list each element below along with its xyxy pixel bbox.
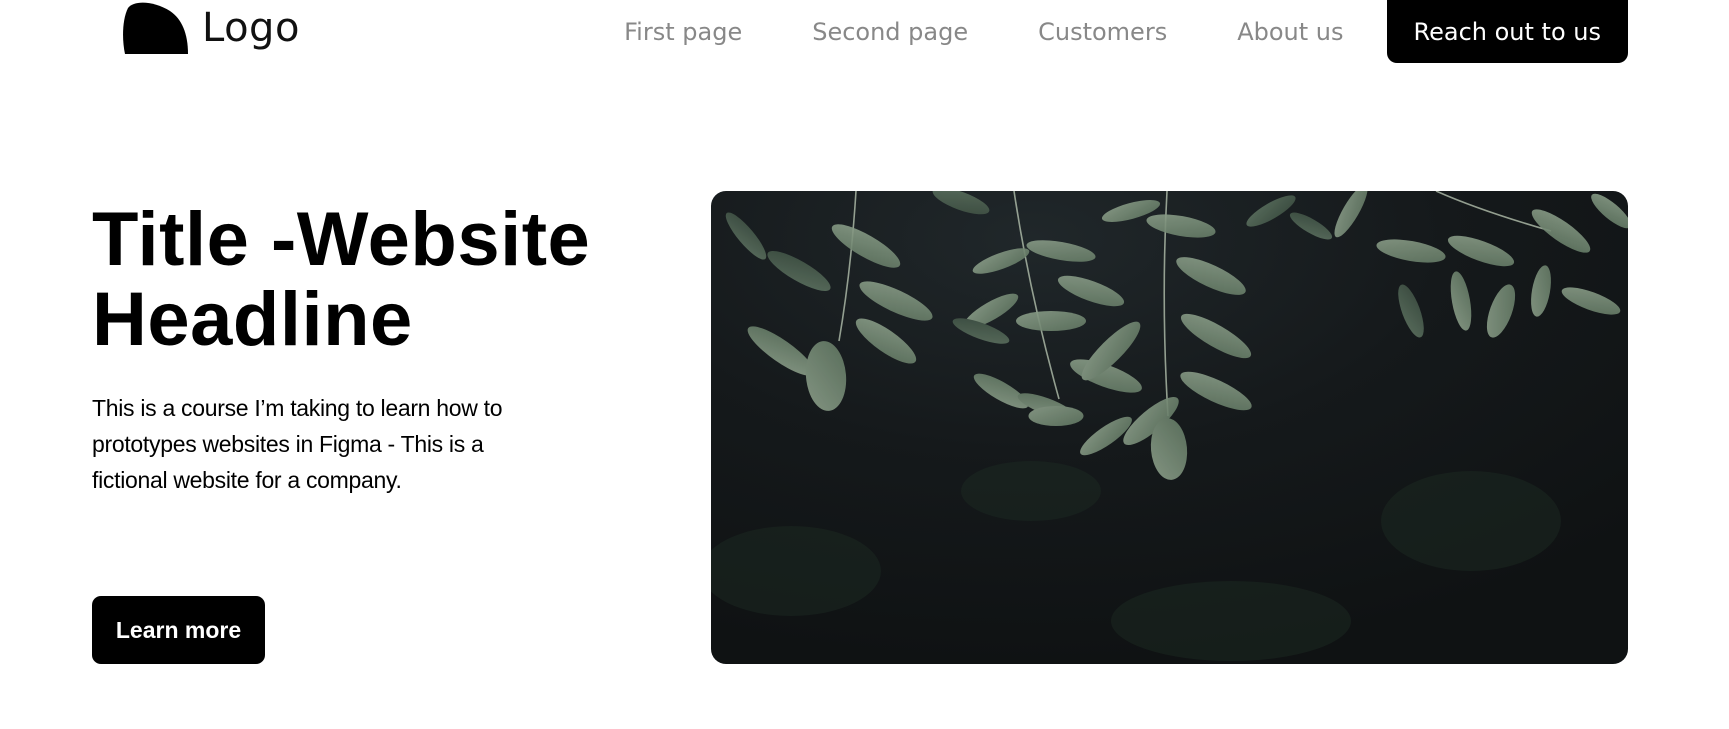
learn-more-button[interactable]: Learn more bbox=[92, 596, 265, 664]
nav-link-about-us[interactable]: About us bbox=[1237, 18, 1343, 46]
leaf-shape bbox=[1016, 311, 1086, 331]
logo[interactable]: Logo bbox=[122, 2, 300, 54]
nav-link-customers[interactable]: Customers bbox=[1038, 18, 1167, 46]
nav-link-second-page[interactable]: Second page bbox=[812, 18, 968, 46]
hero-title: Title -Website Headline bbox=[92, 200, 590, 360]
nav-link-first-page[interactable]: First page bbox=[624, 18, 742, 46]
main-nav: First page Second page Customers About u… bbox=[624, 0, 1628, 63]
hero-title-line-1: Title -Website bbox=[92, 197, 591, 282]
hanging-leaves-photo bbox=[711, 191, 1628, 664]
blob-logo-icon bbox=[123, 2, 188, 54]
hero-description: This is a course I’m taking to learn how… bbox=[92, 395, 503, 493]
logo-text: Logo bbox=[202, 5, 300, 51]
reach-out-button[interactable]: Reach out to us bbox=[1386, 0, 1628, 63]
hero-title-line-2: Headline bbox=[92, 277, 413, 362]
hero-image bbox=[711, 191, 1628, 664]
leaf-shape bbox=[1028, 406, 1084, 426]
